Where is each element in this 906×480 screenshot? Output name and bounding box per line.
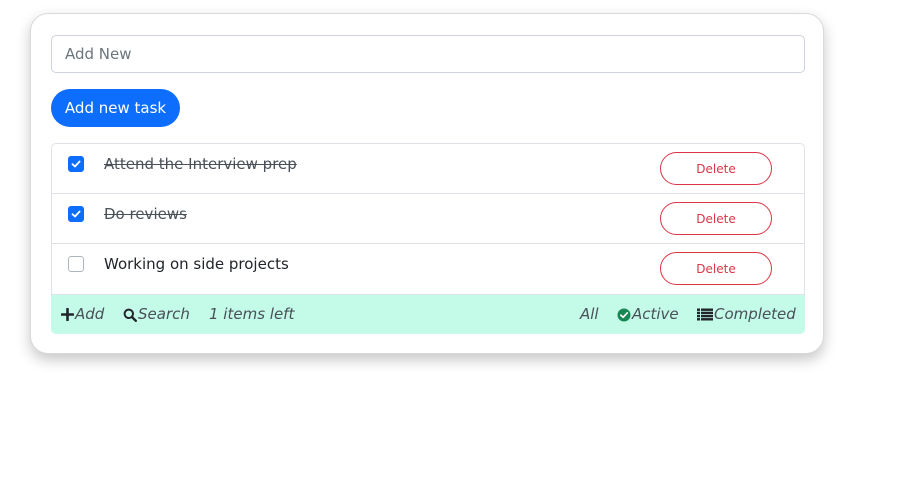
filter-active-label: Active bbox=[632, 305, 679, 323]
footer-search-button[interactable]: Search bbox=[123, 295, 190, 334]
check-circle-icon bbox=[617, 308, 631, 321]
search-icon bbox=[123, 308, 137, 322]
add-new-task-button[interactable]: Add new task bbox=[51, 89, 180, 127]
plus-icon bbox=[61, 308, 74, 321]
task-row: Attend the Interview prep Delete bbox=[52, 144, 804, 194]
checkmark-icon bbox=[71, 160, 81, 168]
delete-task-button[interactable]: Delete bbox=[660, 152, 772, 185]
footer-search-label: Search bbox=[138, 305, 190, 323]
task-checkbox[interactable] bbox=[68, 156, 84, 172]
todo-footer: Add Search 1 items left All Active Compl… bbox=[51, 295, 805, 334]
filter-active[interactable]: Active bbox=[617, 295, 679, 334]
filter-all[interactable]: All bbox=[580, 295, 599, 334]
new-task-input[interactable] bbox=[51, 35, 805, 73]
delete-task-button[interactable]: Delete bbox=[660, 202, 772, 235]
task-list: Attend the Interview prep Delete Do revi… bbox=[51, 143, 805, 295]
todo-card: Add new task Attend the Interview prep D… bbox=[30, 13, 824, 354]
task-row: Do reviews Delete bbox=[52, 194, 804, 244]
task-checkbox[interactable] bbox=[68, 256, 84, 272]
footer-add-label: Add bbox=[75, 305, 105, 323]
checkmark-icon bbox=[71, 210, 81, 218]
task-label: Do reviews bbox=[104, 205, 187, 223]
task-label: Working on side projects bbox=[104, 255, 289, 273]
task-label: Attend the Interview prep bbox=[104, 155, 297, 173]
task-row: Working on side projects Delete bbox=[52, 244, 804, 294]
task-checkbox[interactable] bbox=[68, 206, 84, 222]
items-left-count: 1 items left bbox=[209, 305, 295, 323]
filter-completed-label: Completed bbox=[714, 305, 796, 323]
filter-completed[interactable]: Completed bbox=[697, 295, 796, 334]
delete-task-button[interactable]: Delete bbox=[660, 252, 772, 285]
list-icon bbox=[697, 308, 713, 321]
footer-add-button[interactable]: Add bbox=[61, 295, 104, 334]
